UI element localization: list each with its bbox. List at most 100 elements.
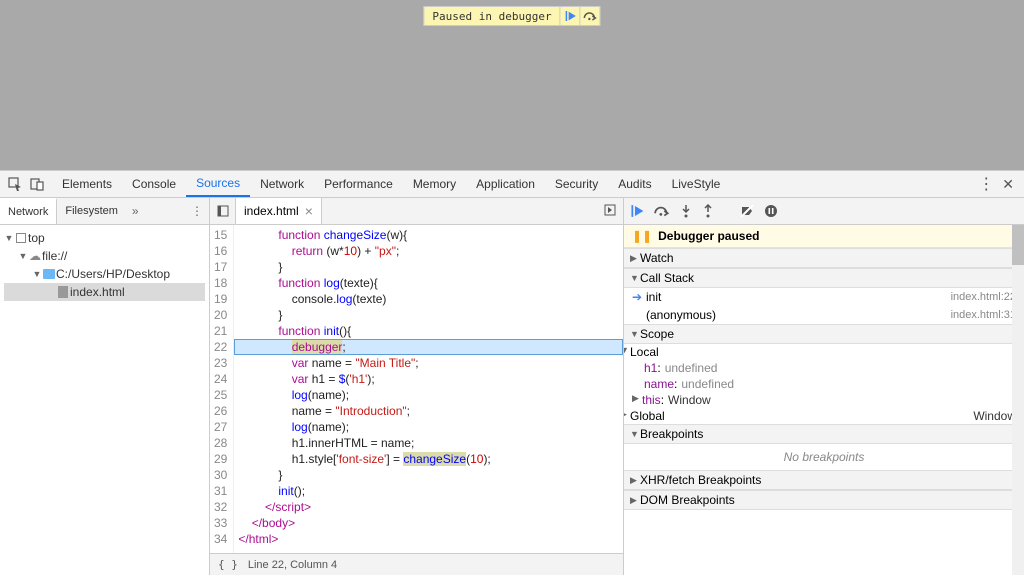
file-tree: ▼ top ▼☁ file:// ▼ C:/Users/HP/Desktop i… xyxy=(0,225,209,575)
device-icon xyxy=(30,177,44,191)
scrollbar-track[interactable] xyxy=(1012,225,1024,575)
breakpoint-disable-icon xyxy=(740,204,754,218)
devtools-tab-security[interactable]: Security xyxy=(545,171,608,197)
scrollbar-thumb[interactable] xyxy=(1012,225,1024,265)
callstack-section-header[interactable]: ▼Call Stack xyxy=(624,268,1024,288)
code-line: </body> xyxy=(234,515,623,531)
navigator-panel: Network Filesystem » ⋮ ▼ top ▼☁ file:// … xyxy=(0,198,210,575)
code-line: name = "Introduction"; xyxy=(234,403,623,419)
devtools-tab-livestyle[interactable]: LiveStyle xyxy=(662,171,731,197)
warning-icon: ❚❚ xyxy=(632,229,652,243)
close-tab-button[interactable]: × xyxy=(305,203,313,219)
devtools-menu-button[interactable]: ⋮ xyxy=(978,174,994,194)
devtools-tab-network[interactable]: Network xyxy=(250,171,314,197)
devtools-body: Network Filesystem » ⋮ ▼ top ▼☁ file:// … xyxy=(0,198,1024,575)
xhr-breakpoints-section-header[interactable]: ▶XHR/fetch Breakpoints xyxy=(624,470,1024,490)
tree-top-frame[interactable]: ▼ top xyxy=(4,229,205,247)
play-icon xyxy=(564,10,576,22)
editor-tab[interactable]: index.html × xyxy=(236,198,322,224)
scope-local-header[interactable]: ▼Local xyxy=(624,344,1024,360)
code-line: var h1 = $('h1'); xyxy=(234,371,623,387)
tree-origin[interactable]: ▼☁ file:// xyxy=(4,247,205,265)
scope-this[interactable]: ▶this:Window xyxy=(624,392,1024,408)
pause-icon xyxy=(764,204,778,218)
devtools-tab-memory[interactable]: Memory xyxy=(403,171,466,197)
callstack-frame[interactable]: (anonymous)index.html:31 xyxy=(624,306,1024,324)
code-line: debugger; xyxy=(234,339,623,355)
tree-folder[interactable]: ▼ C:/Users/HP/Desktop xyxy=(4,265,205,283)
editor-tabbar: index.html × xyxy=(210,198,623,225)
code-content: function changeSize(w){ return (w*10) + … xyxy=(234,225,623,553)
code-line: var name = "Main Title"; xyxy=(234,355,623,371)
device-toggle-button[interactable] xyxy=(26,173,48,195)
navigator-tab-network[interactable]: Network xyxy=(0,198,57,224)
devtools-tab-console[interactable]: Console xyxy=(122,171,186,197)
devtools-tab-sources[interactable]: Sources xyxy=(186,171,250,197)
code-line: </html> xyxy=(234,531,623,547)
step-into-button[interactable] xyxy=(680,204,692,218)
dom-breakpoints-section-header[interactable]: ▶DOM Breakpoints xyxy=(624,490,1024,510)
debugger-panel: ❚❚ Debugger paused ▶Watch ▼Call Stack ➔i… xyxy=(624,198,1024,575)
deactivate-breakpoints-button[interactable] xyxy=(740,204,754,218)
play-icon xyxy=(630,204,644,218)
cloud-icon: ☁ xyxy=(28,249,42,263)
folder-icon xyxy=(43,269,55,279)
inspect-element-button[interactable] xyxy=(4,173,26,195)
show-navigator-button[interactable] xyxy=(210,198,236,224)
code-line: h1.innerHTML = name; xyxy=(234,435,623,451)
banner-resume-button[interactable] xyxy=(560,7,580,25)
scope-var[interactable]: name:undefined xyxy=(624,376,1024,392)
pretty-print-button[interactable]: { } xyxy=(218,558,238,571)
inspect-icon xyxy=(8,177,22,191)
code-editor[interactable]: 1516171819202122232425262728293031323334… xyxy=(210,225,623,553)
navigator-menu-button[interactable]: ⋮ xyxy=(185,204,209,218)
scope-global-header[interactable]: ▶GlobalWindow xyxy=(624,408,1024,424)
code-line: } xyxy=(234,307,623,323)
devtools-tab-audits[interactable]: Audits xyxy=(608,171,661,197)
page-content-area: Paused in debugger xyxy=(0,0,1024,170)
callstack-frame[interactable]: ➔initindex.html:22 xyxy=(624,288,1024,306)
code-line: } xyxy=(234,467,623,483)
scope-var[interactable]: h1:undefined xyxy=(624,360,1024,376)
code-line: console.log(texte) xyxy=(234,291,623,307)
paused-banner: Paused in debugger xyxy=(423,6,600,26)
step-out-icon xyxy=(702,204,714,218)
navigator-tab-filesystem[interactable]: Filesystem xyxy=(57,198,126,224)
code-line: function init(){ xyxy=(234,323,623,339)
step-out-button[interactable] xyxy=(702,204,714,218)
navigator-more-tabs[interactable]: » xyxy=(126,204,145,218)
frame-icon xyxy=(16,233,26,243)
sidebar-right-icon xyxy=(604,204,616,216)
devtools-close-button[interactable]: ✕ xyxy=(1002,176,1014,193)
code-line: } xyxy=(234,259,623,275)
devtools-tab-performance[interactable]: Performance xyxy=(314,171,403,197)
code-line: function log(texte){ xyxy=(234,275,623,291)
pause-exceptions-button[interactable] xyxy=(764,204,778,218)
debugger-toolbar xyxy=(624,198,1024,225)
navigator-tabs: Network Filesystem » ⋮ xyxy=(0,198,209,225)
file-icon xyxy=(58,286,68,298)
step-over-button[interactable] xyxy=(654,205,670,217)
line-gutter: 1516171819202122232425262728293031323334 xyxy=(210,225,234,553)
code-line: h1.style['font-size'] = changeSize(10); xyxy=(234,451,623,467)
show-debugger-button[interactable] xyxy=(597,204,623,219)
code-line: </script> xyxy=(234,499,623,515)
editor-statusbar: { } Line 22, Column 4 xyxy=(210,553,623,575)
code-line: return (w*10) + "px"; xyxy=(234,243,623,259)
breakpoints-section-header[interactable]: ▼Breakpoints xyxy=(624,424,1024,444)
code-line: init(); xyxy=(234,483,623,499)
devtools-tabbar: ElementsConsoleSourcesNetworkPerformance… xyxy=(0,170,1024,198)
resume-button[interactable] xyxy=(630,204,644,218)
step-into-icon xyxy=(680,204,692,218)
watch-section-header[interactable]: ▶Watch xyxy=(624,248,1024,268)
paused-banner-text: Paused in debugger xyxy=(424,8,559,25)
code-line: function changeSize(w){ xyxy=(234,227,623,243)
banner-step-button[interactable] xyxy=(580,7,600,25)
devtools-tab-elements[interactable]: Elements xyxy=(52,171,122,197)
scope-section-header[interactable]: ▼Scope xyxy=(624,324,1024,344)
cursor-position: Line 22, Column 4 xyxy=(248,559,337,571)
devtools-tab-application[interactable]: Application xyxy=(466,171,545,197)
tree-file[interactable]: index.html xyxy=(4,283,205,301)
step-over-icon xyxy=(654,205,670,217)
debugger-paused-message: ❚❚ Debugger paused xyxy=(624,225,1024,248)
